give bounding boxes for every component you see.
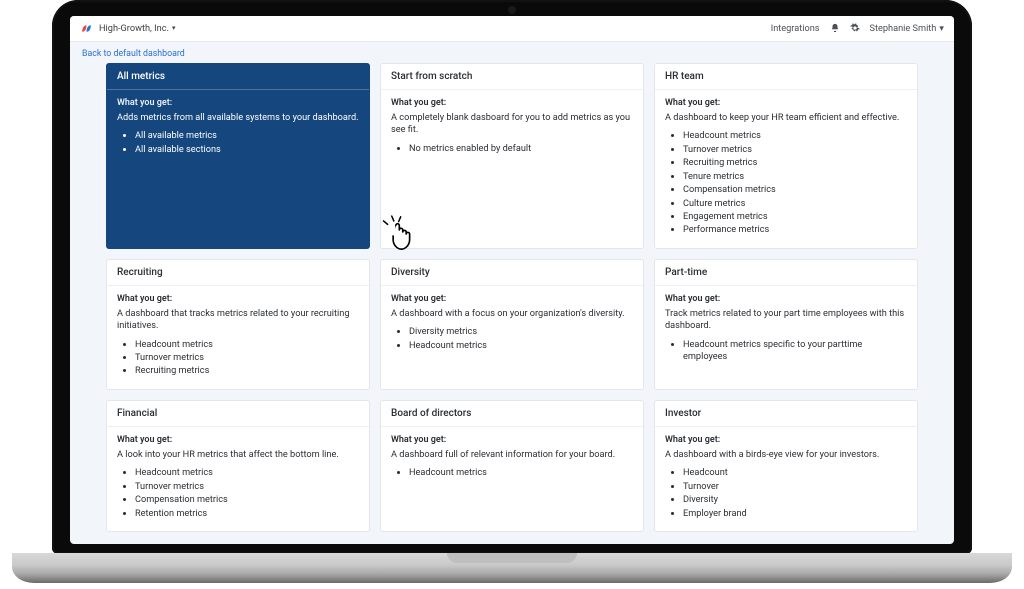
card-item: Recruiting metrics	[135, 365, 359, 377]
card-title: Investor	[655, 401, 917, 427]
user-name: Stephanie Smith	[870, 23, 937, 34]
card-title: Financial	[107, 401, 369, 427]
template-card[interactable]: Board of directors What you get: A dashboa…	[380, 400, 644, 532]
card-item: Headcount metrics	[683, 130, 907, 142]
card-item: Turnover metrics	[135, 352, 359, 364]
what-you-get-label: What you get:	[665, 435, 907, 445]
card-item: Engagement metrics	[683, 211, 907, 223]
chevron-down-icon: ▾	[172, 24, 176, 32]
bell-icon[interactable]	[830, 23, 840, 33]
card-body: What you get: A look into your HR metrics…	[107, 427, 369, 531]
card-body: What you get: Track metrics related to yo…	[655, 286, 917, 375]
card-item: Headcount metrics specific to your partt…	[683, 339, 907, 364]
template-card[interactable]: Financial What you get: A look into your H…	[106, 400, 370, 532]
card-item: Performance metrics	[683, 224, 907, 236]
card-item: Employer brand	[683, 508, 907, 520]
card-body: What you get: A dashboard to keep your HR…	[655, 90, 917, 248]
card-description: A dashboard that tracks metrics related …	[117, 308, 359, 333]
card-item: Recruiting metrics	[683, 157, 907, 169]
card-item: Headcount metrics	[135, 467, 359, 479]
app-screen: High-Growth, Inc. ▾ Integrations Stephan…	[70, 16, 954, 544]
card-title: All metrics	[107, 64, 369, 90]
card-description: A dashboard to keep your HR team efficie…	[665, 112, 907, 124]
card-items: Diversity metrics Headcount metrics	[391, 326, 633, 352]
card-title: Start from scratch	[381, 64, 643, 90]
what-you-get-label: What you get:	[665, 294, 907, 304]
card-items: Headcount metrics	[391, 467, 633, 479]
card-item: Headcount metrics	[135, 339, 359, 351]
card-body: What you get: Adds metrics from all avail…	[107, 90, 369, 167]
card-items: No metrics enabled by default	[391, 143, 633, 155]
template-grid: All metrics What you get: Adds metrics fro…	[70, 63, 954, 544]
laptop-base	[12, 553, 1012, 583]
card-item: Tenure metrics	[683, 171, 907, 183]
card-body: What you get: A dashboard with a birds-ey…	[655, 427, 917, 531]
template-card[interactable]: All metrics What you get: Adds metrics fro…	[106, 63, 370, 249]
card-item: Culture metrics	[683, 198, 907, 210]
card-description: A dashboard full of relevant information…	[391, 449, 633, 461]
card-item: Headcount metrics	[409, 340, 633, 352]
template-card[interactable]: Start from scratch What you get: A complet…	[380, 63, 644, 249]
topbar: High-Growth, Inc. ▾ Integrations Stephan…	[70, 16, 954, 42]
chevron-down-icon: ▾	[939, 23, 944, 34]
card-body: What you get: A completely blank dasboard…	[381, 90, 643, 166]
card-body: What you get: A dashboard with a focus on…	[381, 286, 643, 363]
card-description: A look into your HR metrics that affect …	[117, 449, 359, 461]
integrations-link[interactable]: Integrations	[771, 23, 820, 34]
card-item: Retention metrics	[135, 508, 359, 520]
card-item: Turnover	[683, 481, 907, 493]
card-items: Headcount metrics Turnover metricsCompens…	[117, 467, 359, 520]
app-logo-icon	[80, 22, 93, 35]
user-menu[interactable]: Stephanie Smith ▾	[870, 23, 944, 34]
org-switcher[interactable]: High-Growth, Inc. ▾	[99, 23, 175, 34]
template-card[interactable]: Part-time What you get: Track metrics rela…	[654, 259, 918, 390]
template-card[interactable]: Diversity What you get: A dashboard with a…	[380, 259, 644, 390]
what-you-get-label: What you get:	[117, 435, 359, 445]
card-title: Recruiting	[107, 260, 369, 286]
template-card[interactable]: HR team What you get: A dashboard to keep …	[654, 63, 918, 249]
org-name: High-Growth, Inc.	[99, 23, 169, 34]
card-description: A dashboard with a focus on your organiz…	[391, 308, 633, 320]
card-description: Track metrics related to your part time …	[665, 308, 907, 333]
card-item: Diversity	[683, 494, 907, 506]
card-description: A dashboard with a birds-eye view for yo…	[665, 449, 907, 461]
what-you-get-label: What you get:	[665, 98, 907, 108]
card-body: What you get: A dashboard full of relevan…	[381, 427, 643, 491]
what-you-get-label: What you get:	[391, 435, 633, 445]
card-item: All available metrics	[135, 130, 359, 142]
card-item: Turnover metrics	[135, 481, 359, 493]
what-you-get-label: What you get:	[117, 98, 359, 108]
template-card[interactable]: Recruiting What you get: A dashboard that …	[106, 259, 370, 390]
card-item: Headcount	[683, 467, 907, 479]
card-items: All available metrics All available secti…	[117, 130, 359, 156]
card-description: Adds metrics from all available systems …	[117, 112, 359, 124]
card-item: No metrics enabled by default	[409, 143, 633, 155]
what-you-get-label: What you get:	[117, 294, 359, 304]
card-item: Turnover metrics	[683, 144, 907, 156]
card-title: Diversity	[381, 260, 643, 286]
card-item: All available sections	[135, 144, 359, 156]
card-items: Headcount TurnoverDiversity Employer brand	[665, 467, 907, 520]
template-card[interactable]: Investor What you get: A dashboard with a …	[654, 400, 918, 532]
card-item: Compensation metrics	[683, 184, 907, 196]
card-items: Headcount metrics specific to your partt…	[665, 339, 907, 364]
card-items: Headcount metricsTurnover metricsRecruit…	[117, 339, 359, 378]
card-item: Compensation metrics	[135, 494, 359, 506]
gear-icon[interactable]	[850, 23, 860, 33]
card-title: HR team	[655, 64, 917, 90]
laptop-camera-dot	[508, 6, 516, 14]
card-item: Headcount metrics	[409, 467, 633, 479]
card-title: Part-time	[655, 260, 917, 286]
card-item: Diversity metrics	[409, 326, 633, 338]
back-link[interactable]: Back to default dashboard	[82, 49, 185, 59]
card-title: Board of directors	[381, 401, 643, 427]
what-you-get-label: What you get:	[391, 98, 633, 108]
card-items: Headcount metrics Turnover metricsRecruit…	[665, 130, 907, 236]
what-you-get-label: What you get:	[391, 294, 633, 304]
card-description: A completely blank dasboard for you to a…	[391, 112, 633, 137]
card-body: What you get: A dashboard that tracks met…	[107, 286, 369, 389]
